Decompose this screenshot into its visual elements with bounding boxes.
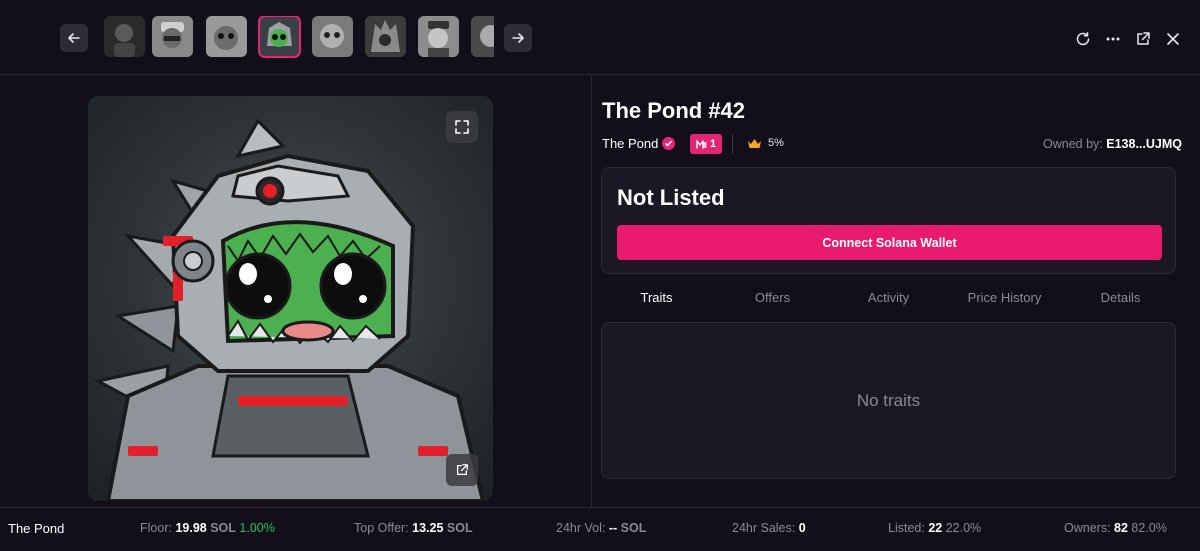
listed-percent: 22.0% [945, 521, 982, 535]
thumbnail-1[interactable] [104, 16, 145, 57]
volume-value: -- [608, 521, 618, 535]
traits-panel: No traits [601, 322, 1176, 479]
more-options-button[interactable] [1104, 30, 1122, 48]
top-navigation-bar [0, 0, 1200, 75]
thumbnail-strip [100, 16, 494, 58]
details-tabs: Traits Offers Activity Price History Det… [601, 287, 1176, 311]
collection-name: The Pond [602, 136, 659, 151]
verified-icon [662, 137, 676, 150]
top-offer-label: Top Offer: [354, 521, 409, 535]
royalty-info: 5% [747, 137, 784, 149]
expand-icon [455, 120, 469, 134]
owners-value: 82 [1114, 521, 1128, 535]
window-actions [1074, 30, 1182, 48]
owners-label: Owners: [1064, 521, 1111, 535]
listing-status: Not Listed [617, 185, 725, 210]
floor-change: 1.00% [239, 521, 275, 535]
thumbnail-6[interactable] [365, 16, 406, 57]
stat-top-offer: Top Offer: 13.25 SOL [354, 521, 473, 535]
external-link-icon [456, 464, 468, 476]
tab-details[interactable]: Details [1065, 287, 1176, 311]
owner-info: Owned by: E138...UJMQ [1043, 137, 1182, 151]
floor-value: 19.98 [175, 521, 207, 535]
top-offer-value: 13.25 [412, 521, 444, 535]
panel-divider [591, 75, 592, 507]
top-offer-unit: SOL [446, 521, 473, 535]
arrow-right-icon [512, 33, 524, 43]
crown-icon [748, 138, 761, 148]
tab-offers[interactable]: Offers [717, 287, 828, 311]
open-image-button[interactable] [446, 454, 478, 486]
stat-floor: Floor: 19.98 SOL 1.00% [140, 521, 275, 535]
nft-artwork [93, 118, 486, 501]
refresh-button[interactable] [1074, 30, 1092, 48]
marketplace-badge: 1 [690, 134, 723, 154]
royalty-value: 5% [768, 137, 784, 149]
thumbnail-7[interactable] [418, 16, 459, 57]
arrow-left-icon [68, 33, 80, 43]
stat-24hr-volume: 24hr Vol: -- SOL [556, 521, 646, 535]
badge-count: 1 [710, 138, 717, 150]
refresh-icon [1076, 32, 1090, 46]
more-icon [1106, 37, 1120, 41]
fullscreen-button[interactable] [446, 111, 478, 143]
volume-unit: SOL [620, 521, 647, 535]
tab-traits[interactable]: Traits [601, 287, 712, 311]
thumbnail-4[interactable] [258, 16, 301, 58]
volume-label: 24hr Vol: [556, 521, 606, 535]
owner-address[interactable]: E138...UJMQ [1106, 137, 1182, 151]
close-button[interactable] [1164, 30, 1182, 48]
tab-activity[interactable]: Activity [833, 287, 944, 311]
close-icon [1167, 33, 1179, 45]
connect-wallet-button[interactable]: Connect Solana Wallet [617, 225, 1162, 260]
open-external-button[interactable] [1134, 30, 1152, 48]
collection-stats-bar: The Pond Floor: 19.98 SOL 1.00% Top Offe… [0, 507, 1200, 551]
floor-label: Floor: [140, 521, 172, 535]
sales-label: 24hr Sales: [732, 521, 796, 535]
stat-listed: Listed: 22 22.0% [888, 521, 981, 535]
thumbnail-2[interactable] [152, 16, 193, 57]
stat-owners: Owners: 82 82.0% [1064, 521, 1167, 535]
empty-traits-message: No traits [856, 390, 921, 410]
owner-label: Owned by: [1043, 137, 1103, 151]
thumbnail-3[interactable] [206, 16, 247, 57]
thumbnail-8[interactable] [471, 16, 494, 57]
external-link-icon [1137, 32, 1150, 45]
floor-unit: SOL [210, 521, 236, 535]
previous-item-button[interactable] [60, 24, 88, 52]
listed-value: 22 [928, 521, 943, 535]
tab-price-history[interactable]: Price History [949, 287, 1060, 311]
item-title: The Pond #42 [602, 98, 746, 123]
thumbnail-5[interactable] [312, 16, 353, 57]
item-meta-row: The Pond 1 5% Owned by: E138...UJMQ [602, 134, 1182, 154]
listing-panel: Not Listed Connect Solana Wallet [601, 167, 1176, 274]
listed-label: Listed: [888, 521, 925, 535]
sales-value: 0 [798, 521, 806, 535]
magic-eden-icon [696, 139, 707, 149]
meta-separator [732, 134, 733, 154]
collection-link[interactable]: The Pond [602, 136, 676, 151]
stats-collection-name[interactable]: The Pond [8, 521, 64, 536]
owners-percent: 82.0% [1131, 521, 1167, 535]
stat-24hr-sales: 24hr Sales: 0 [732, 521, 806, 535]
next-item-button[interactable] [504, 24, 532, 52]
nft-image [88, 96, 493, 501]
